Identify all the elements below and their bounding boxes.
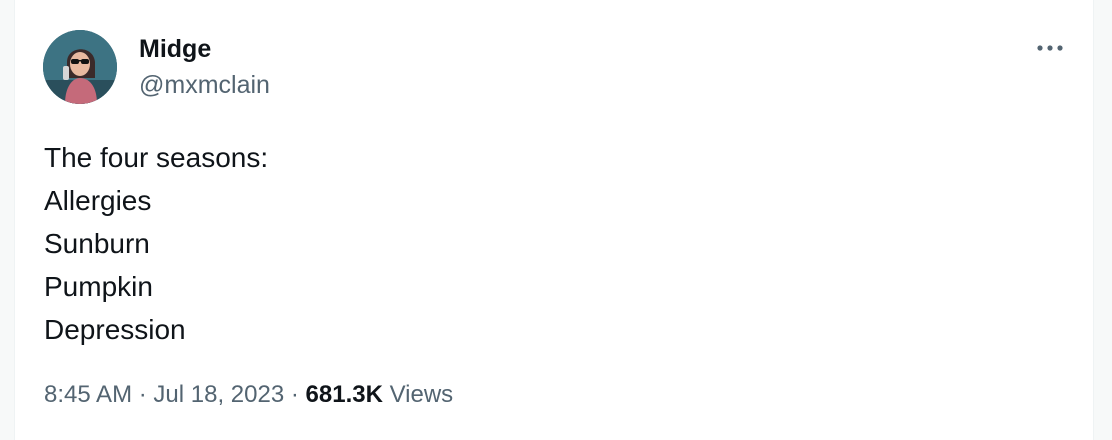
tweet-text-line: Pumpkin: [44, 271, 153, 302]
tweet-text-line: The four seasons:: [44, 142, 269, 173]
meta-separator: ·: [138, 381, 147, 408]
tweet-text-line: Sunburn: [44, 228, 150, 259]
author-handle[interactable]: @mxmclain: [139, 70, 270, 100]
tweet-card: Midge @mxmclain The four seasons: Allerg…: [14, 0, 1094, 440]
tweet-meta: 8:45 AM · Jul 18, 2023 · 681.3K Views: [44, 380, 453, 410]
more-options-button[interactable]: [1032, 36, 1068, 60]
author-display-name[interactable]: Midge: [139, 34, 211, 64]
tweet-time[interactable]: 8:45 AM: [44, 381, 132, 408]
views-count[interactable]: 681.3K: [306, 381, 383, 408]
views-label[interactable]: Views: [390, 381, 454, 408]
meta-separator: ·: [290, 381, 299, 408]
tweet-text-line: Allergies: [44, 185, 152, 216]
tweet-date[interactable]: Jul 18, 2023: [153, 381, 284, 408]
avatar-photo-icon: [43, 30, 117, 104]
tweet-text-line: Depression: [44, 314, 186, 345]
author-avatar[interactable]: [43, 30, 117, 104]
more-options-icon: [1037, 45, 1063, 51]
tweet-text: The four seasons: Allergies Sunburn Pump…: [44, 136, 268, 351]
